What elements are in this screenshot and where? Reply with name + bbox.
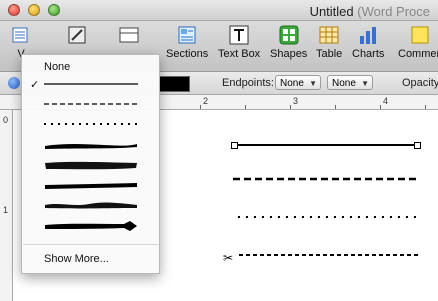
charts-icon: [360, 27, 377, 44]
menu-item-brush-arrow[interactable]: [22, 215, 159, 237]
line-style-preview: [45, 144, 137, 149]
ruler-mark: 3: [293, 96, 299, 106]
toolbar-charts-button[interactable]: Charts: [352, 24, 384, 60]
comment-icon: [411, 26, 429, 44]
toolbar-charts-label: Charts: [352, 48, 385, 60]
edit-icon: [68, 26, 86, 44]
chevron-down-icon: ▼: [309, 79, 317, 88]
stroke-color-well[interactable]: [158, 76, 190, 92]
ruler-mark: 2: [203, 96, 209, 106]
text-box-icon: [229, 25, 249, 45]
menu-item-show-more-label: Show More...: [44, 253, 109, 265]
toolbar-sections-button[interactable]: Sections: [166, 24, 208, 60]
dotted-line[interactable]: [235, 214, 425, 220]
ruler-tick: [290, 105, 291, 109]
selection-handle-right[interactable]: [414, 142, 421, 149]
line-style-preview: [45, 161, 137, 170]
line-style-preview: [44, 123, 138, 125]
ruler-tick: [200, 105, 201, 109]
toolbar-textbox-label: Text Box: [218, 48, 261, 60]
menu-item-brush-3[interactable]: [22, 175, 159, 195]
toolbar-textbox-button[interactable]: Text Box: [218, 24, 260, 60]
checkmark-icon: ✓: [30, 79, 40, 91]
line-style-menu: None ✓ Show More...: [21, 54, 160, 274]
dashed-line[interactable]: [228, 176, 428, 182]
ruler-tick: [245, 105, 246, 109]
menu-separator: [23, 244, 158, 245]
endpoint-right-value: None: [332, 78, 356, 89]
menu-item-solid-thin[interactable]: ✓: [22, 75, 159, 95]
toolbar-table-button[interactable]: Table: [316, 24, 342, 60]
endpoint-right-select[interactable]: None ▼: [327, 75, 373, 90]
menu-item-brush-4[interactable]: [22, 195, 159, 215]
toolbar-comment-button[interactable]: Commen: [398, 24, 438, 60]
menu-item-show-more[interactable]: Show More...: [22, 251, 159, 267]
sections-icon: [178, 26, 196, 44]
toolbar-shapes-button[interactable]: Shapes: [270, 24, 307, 60]
line-style-preview: [44, 103, 138, 105]
endpoints-label: Endpoints:: [222, 77, 274, 89]
menu-item-none[interactable]: None: [22, 59, 159, 75]
menu-item-dashed[interactable]: [22, 95, 159, 115]
toolbar-table-label: Table: [316, 48, 343, 60]
stroke-style-icon[interactable]: [8, 77, 20, 89]
toolbar-shapes-label: Shapes: [270, 48, 308, 60]
ruler-tick: [335, 105, 336, 109]
menu-item-brush-1[interactable]: [22, 135, 159, 155]
ruler-tick: [425, 105, 426, 109]
selection-handle-left[interactable]: [231, 142, 238, 149]
ruler-mark: 4: [383, 96, 389, 106]
vertical-ruler: 0 1: [0, 110, 13, 301]
window-title: Untitled (Word Proce: [0, 4, 430, 19]
toolbar-edit-button[interactable]: [66, 24, 88, 48]
ruler-tick: [380, 105, 381, 109]
menu-item-none-label: None: [44, 61, 71, 73]
menu-item-brush-2[interactable]: [22, 155, 159, 175]
document-title: Untitled: [309, 4, 354, 19]
shapes-icon: [279, 25, 299, 45]
title-bar: Untitled (Word Proce: [0, 0, 438, 21]
app-name: (Word Proce: [357, 4, 430, 19]
menu-item-dotted[interactable]: [22, 115, 159, 135]
line-style-preview: [45, 202, 137, 209]
toolbar-table-edit-button[interactable]: [118, 24, 140, 48]
scissors-dashed-line[interactable]: ✂: [223, 250, 423, 266]
endpoint-left-select[interactable]: None ▼: [275, 75, 321, 90]
ruler-mark: 0: [3, 115, 9, 125]
line-style-preview: [45, 221, 137, 231]
table-edit-icon: [119, 27, 139, 43]
line-style-preview: [45, 183, 137, 189]
chevron-down-icon: ▼: [361, 79, 369, 88]
toolbar-comment-label: Commen: [398, 48, 438, 60]
ruler-mark: 1: [3, 205, 9, 215]
table-icon: [319, 26, 339, 44]
toolbar-sections-label: Sections: [166, 48, 209, 60]
opacity-label: Opacity: [402, 77, 438, 89]
selected-solid-line[interactable]: [228, 140, 428, 150]
endpoint-left-value: None: [280, 78, 304, 89]
line-style-preview: [44, 83, 138, 85]
scissors-icon: ✂: [223, 251, 233, 265]
view-icon: [12, 27, 28, 43]
